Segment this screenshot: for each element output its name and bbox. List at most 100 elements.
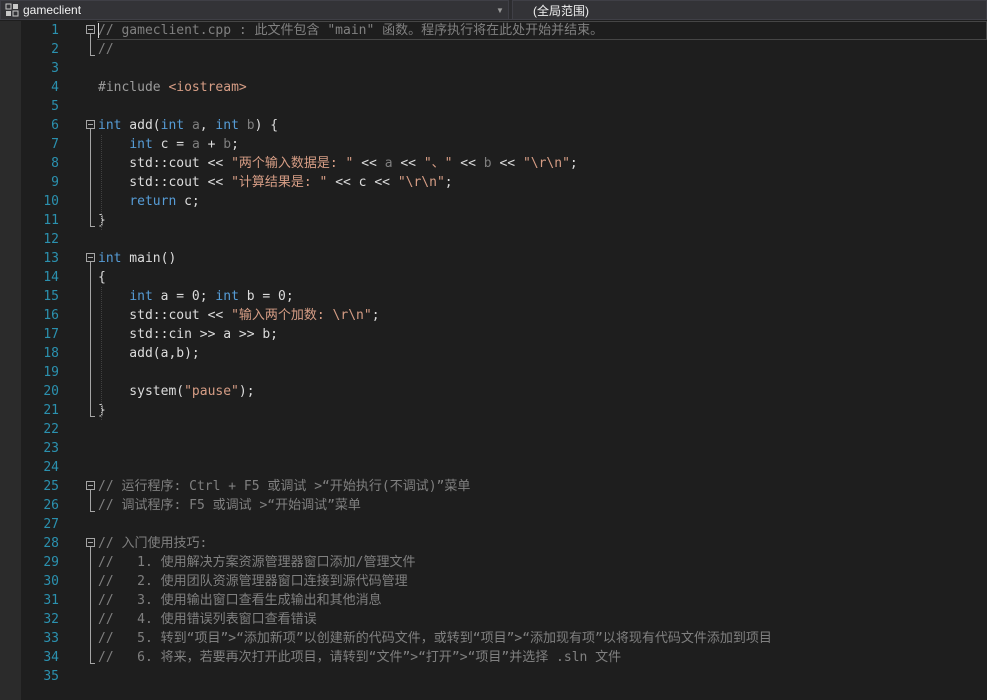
code-text[interactable]: int add(int a, int b) {	[98, 116, 278, 135]
code-token: "计算结果是: "	[231, 175, 328, 190]
code-text[interactable]: int a = 0; int b = 0;	[98, 287, 293, 306]
code-token: std::cin >> a >> b;	[98, 327, 279, 342]
code-token: //	[98, 42, 114, 57]
code-line[interactable]: 4 #include <iostream>	[0, 78, 987, 97]
code-text[interactable]: // 入门使用技巧:	[98, 534, 207, 553]
code-text[interactable]: std::cin >> a >> b;	[98, 325, 278, 344]
code-text[interactable]: // 1. 使用解决方案资源管理器窗口添加/管理文件	[98, 553, 415, 572]
code-line[interactable]: 27	[0, 515, 987, 534]
code-line[interactable]: 17 std::cin >> a >> b;	[0, 325, 987, 344]
code-text[interactable]: std::cout << "两个输入数据是: " << a << "、" << …	[98, 154, 578, 173]
line-number: 21	[43, 403, 59, 418]
line-number: 5	[51, 99, 59, 114]
code-text[interactable]: {	[98, 268, 106, 287]
code-line[interactable]: 28 // 入门使用技巧:	[0, 534, 987, 553]
code-line[interactable]: 9 std::cout << "计算结果是: " << c << "\r\n";	[0, 173, 987, 192]
code-line[interactable]: 1 // gameclient.cpp : 此文件包含 "main" 函数。程序执…	[0, 21, 987, 40]
collapse-icon[interactable]	[86, 481, 95, 490]
outline-guide-end	[90, 55, 95, 56]
line-number: 35	[43, 669, 59, 684]
code-line[interactable]: 18 add(a,b);	[0, 344, 987, 363]
code-line[interactable]: 15 int a = 0; int b = 0;	[0, 287, 987, 306]
code-line[interactable]: 20 system("pause");	[0, 382, 987, 401]
code-line[interactable]: 23	[0, 439, 987, 458]
code-line[interactable]: 33 // 5. 转到“项目”>“添加新项”以创建新的代码文件，或转到“项目”>“…	[0, 629, 987, 648]
code-line[interactable]: 30 // 2. 使用团队资源管理器窗口连接到源代码管理	[0, 572, 987, 591]
code-line[interactable]: 3	[0, 59, 987, 78]
code-line[interactable]: 22	[0, 420, 987, 439]
code-line[interactable]: 25 // 运行程序: Ctrl + F5 或调试 >“开始执行(不调试)”菜单	[0, 477, 987, 496]
code-token: // 1. 使用解决方案资源管理器窗口添加/管理文件	[98, 555, 416, 570]
project-icon	[5, 3, 19, 17]
code-line[interactable]: 14 {	[0, 268, 987, 287]
code-text[interactable]: // 4. 使用错误列表窗口查看错误	[98, 610, 317, 629]
line-number: 6	[51, 118, 59, 133]
code-text[interactable]: int main()	[98, 249, 176, 268]
code-token: <<	[491, 156, 523, 171]
code-line[interactable]: 10 return c;	[0, 192, 987, 211]
chevron-down-icon[interactable]: ▼	[495, 1, 505, 19]
project-dropdown[interactable]: gameclient ▼	[0, 0, 509, 20]
code-token: "pause"	[184, 384, 239, 399]
code-text[interactable]: // gameclient.cpp : 此文件包含 "main" 函数。程序执行…	[98, 21, 603, 40]
code-text[interactable]: // 3. 使用输出窗口查看生成输出和其他消息	[98, 591, 382, 610]
code-text[interactable]: std::cout << "计算结果是: " << c << "\r\n";	[98, 173, 452, 192]
code-token: {	[98, 270, 106, 285]
code-line[interactable]: 16 std::cout << "输入两个加数: \r\n";	[0, 306, 987, 325]
code-text[interactable]: return c;	[98, 192, 200, 211]
code-text[interactable]: int c = a + b;	[98, 135, 239, 154]
code-token: std::cout <<	[98, 175, 232, 190]
code-text[interactable]: // 调试程序: F5 或调试 >“开始调试”菜单	[98, 496, 361, 515]
code-line[interactable]: 12	[0, 230, 987, 249]
code-token: // 6. 将来，若要再次打开此项目，请转到“文件”>“打开”>“项目”并选择 …	[98, 650, 622, 665]
code-line[interactable]: 6 int add(int a, int b) {	[0, 116, 987, 135]
code-token: // 运行程序: Ctrl + F5 或调试 >“开始执行(不调试)”菜单	[98, 479, 471, 494]
code-token: int	[129, 289, 153, 304]
code-line[interactable]: 26 // 调试程序: F5 或调试 >“开始调试”菜单	[0, 496, 987, 515]
code-token: c;	[176, 194, 200, 209]
code-token: "输入两个加数: \r\n"	[231, 308, 372, 323]
scope-dropdown[interactable]: (全局范围)	[512, 0, 987, 20]
code-line[interactable]: 31 // 3. 使用输出窗口查看生成输出和其他消息	[0, 591, 987, 610]
code-line[interactable]: 32 // 4. 使用错误列表窗口查看错误	[0, 610, 987, 629]
code-line[interactable]: 8 std::cout << "两个输入数据是: " << a << "、" <…	[0, 154, 987, 173]
code-line[interactable]: 2 //	[0, 40, 987, 59]
code-line[interactable]: 19	[0, 363, 987, 382]
code-line[interactable]: 7 int c = a + b;	[0, 135, 987, 154]
code-text[interactable]: // 2. 使用团队资源管理器窗口连接到源代码管理	[98, 572, 408, 591]
code-token: "、"	[423, 156, 453, 171]
code-line[interactable]: 34 // 6. 将来，若要再次打开此项目，请转到“文件”>“打开”>“项目”并选…	[0, 648, 987, 667]
code-text[interactable]: add(a,b);	[98, 344, 199, 363]
code-line[interactable]: 13 int main()	[0, 249, 987, 268]
code-line[interactable]: 29 // 1. 使用解决方案资源管理器窗口添加/管理文件	[0, 553, 987, 572]
code-token: b	[246, 118, 255, 133]
code-token: <<	[353, 156, 385, 171]
collapse-icon[interactable]	[86, 25, 95, 34]
code-token: <<	[392, 156, 424, 171]
code-line[interactable]: 5	[0, 97, 987, 116]
code-text[interactable]: //	[98, 40, 114, 59]
line-number: 24	[43, 460, 59, 475]
collapse-icon[interactable]	[86, 120, 95, 129]
code-token: c =	[152, 137, 192, 152]
code-token: ;	[569, 156, 578, 171]
line-number: 4	[51, 80, 59, 95]
code-line[interactable]: 24	[0, 458, 987, 477]
code-text[interactable]: // 6. 将来，若要再次打开此项目，请转到“文件”>“打开”>“项目”并选择 …	[98, 648, 621, 667]
code-text[interactable]: system("pause");	[98, 382, 254, 401]
code-text[interactable]: // 运行程序: Ctrl + F5 或调试 >“开始执行(不调试)”菜单	[98, 477, 470, 496]
code-line[interactable]: 11}	[0, 211, 987, 230]
code-line[interactable]: 21}	[0, 401, 987, 420]
code-editor[interactable]: 1 // gameclient.cpp : 此文件包含 "main" 函数。程序执…	[0, 21, 987, 700]
line-number: 28	[43, 536, 59, 551]
code-line[interactable]: 35	[0, 667, 987, 686]
outline-guide-end	[90, 416, 95, 417]
line-number: 13	[43, 251, 59, 266]
collapse-icon[interactable]	[86, 538, 95, 547]
code-text[interactable]: std::cout << "输入两个加数: \r\n";	[98, 306, 379, 325]
code-token: system(	[98, 384, 185, 399]
code-token: int	[215, 118, 239, 133]
code-text[interactable]: // 5. 转到“项目”>“添加新项”以创建新的代码文件，或转到“项目”>“添加…	[98, 629, 772, 648]
collapse-icon[interactable]	[86, 253, 95, 262]
code-text[interactable]: #include <iostream>	[98, 78, 247, 97]
